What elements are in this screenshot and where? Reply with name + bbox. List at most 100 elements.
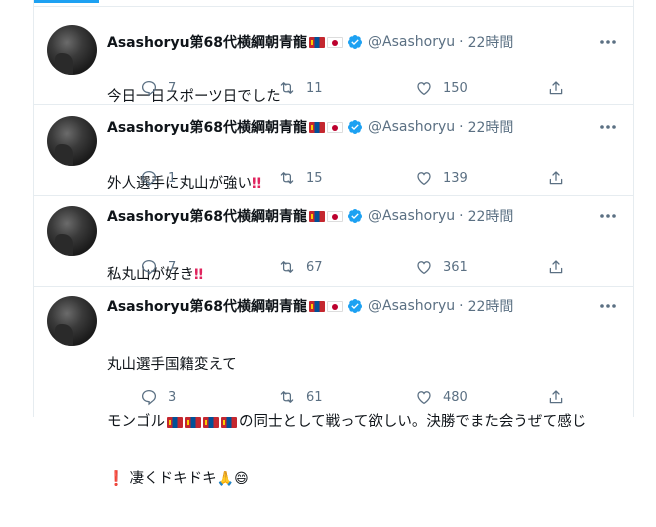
tweet-header: Asashoryu第68代横綱朝青龍 @Asashoryu · 22時間	[107, 206, 513, 226]
like-count: 361	[443, 259, 468, 275]
timestamp[interactable]: 22時間	[468, 117, 514, 137]
reply-count: 7	[168, 259, 177, 275]
like-count: 480	[443, 389, 468, 405]
heart-icon	[417, 391, 431, 405]
like-button[interactable]: 139	[415, 168, 468, 188]
tweet[interactable]: Asashoryu第68代横綱朝青龍 @Asashoryu · 22時間 外人選…	[34, 104, 633, 196]
avatar[interactable]	[47, 206, 97, 256]
tweet[interactable]: Asashoryu第68代横綱朝青龍 @Asashoryu · 22時間 今日一…	[34, 6, 633, 105]
tweet-header: Asashoryu第68代横綱朝青龍 @Asashoryu · 22時間	[107, 117, 513, 137]
avatar[interactable]	[47, 25, 97, 75]
heart-icon	[417, 261, 431, 275]
folded-hands-smile-emoji-icon: 🙏😄	[216, 471, 249, 487]
display-name[interactable]: Asashoryu第68代横綱朝青龍	[107, 206, 307, 226]
heart-icon	[417, 82, 431, 96]
tweet-text: 丸山選手国籍変えて モンゴル の同士として戦って欲しい。決勝でまた会うぜて感じ ❗…	[107, 318, 627, 527]
user-handle[interactable]: @Asashoryu	[368, 34, 455, 50]
retweet-button[interactable]: 67	[278, 257, 323, 277]
mongolia-flag-icon	[221, 416, 237, 428]
share-button[interactable]	[547, 387, 565, 407]
share-icon	[549, 81, 563, 95]
tweet-text-body: の同士として戦って欲しい。決勝でまた会うぜて感じ	[239, 414, 587, 430]
reply-button[interactable]: 7	[140, 78, 176, 98]
timeline: Asashoryu第68代横綱朝青龍 @Asashoryu · 22時間 今日一…	[33, 0, 634, 487]
retweet-count: 15	[306, 170, 323, 186]
reply-button[interactable]: 7	[140, 257, 176, 277]
avatar[interactable]	[47, 296, 97, 346]
japan-flag-icon	[327, 121, 344, 133]
reply-icon	[141, 389, 157, 406]
reply-icon	[141, 170, 157, 187]
tweet-text-body: 凄くドキドキ	[129, 471, 217, 487]
reply-button[interactable]: 3	[140, 387, 176, 407]
mongolia-flag-icon	[309, 300, 326, 312]
avatar[interactable]	[47, 116, 97, 166]
share-button[interactable]	[547, 257, 565, 277]
tweet-actions: 7 11 150	[107, 78, 627, 98]
retweet-count: 61	[306, 389, 323, 405]
reply-count: 1	[168, 170, 177, 186]
display-name[interactable]: Asashoryu第68代横綱朝青龍	[107, 32, 307, 52]
user-handle[interactable]: @Asashoryu	[368, 208, 455, 224]
more-options-icon[interactable]	[597, 206, 619, 226]
retweet-icon	[280, 172, 294, 184]
share-icon	[549, 171, 563, 185]
share-button[interactable]	[547, 78, 565, 98]
separator-dot: ·	[459, 298, 464, 314]
timestamp[interactable]: 22時間	[468, 32, 514, 52]
like-button[interactable]: 361	[415, 257, 468, 277]
like-button[interactable]: 480	[415, 387, 468, 407]
mongolia-flag-icon	[309, 210, 326, 222]
retweet-count: 67	[306, 259, 323, 275]
mongolia-flag-icon	[203, 416, 219, 428]
separator-dot: ·	[459, 119, 464, 135]
user-handle[interactable]: @Asashoryu	[368, 119, 455, 135]
retweet-icon	[280, 261, 294, 273]
verified-badge-icon	[348, 209, 363, 223]
verified-badge-icon	[348, 35, 363, 49]
reply-button[interactable]: 1	[140, 168, 176, 188]
timestamp[interactable]: 22時間	[468, 206, 514, 226]
share-icon	[549, 260, 563, 274]
mongolia-flag-icon	[167, 416, 183, 428]
like-button[interactable]: 150	[415, 78, 468, 98]
tweet-actions: 1 15 139	[107, 168, 627, 188]
tweet[interactable]: Asashoryu第68代横綱朝青龍 @Asashoryu · 22時間 丸山選…	[34, 286, 633, 487]
display-name[interactable]: Asashoryu第68代横綱朝青龍	[107, 117, 307, 137]
retweet-button[interactable]: 15	[278, 168, 323, 188]
japan-flag-icon	[327, 36, 344, 48]
separator-dot: ·	[459, 34, 464, 50]
active-tab-indicator	[34, 0, 99, 3]
japan-flag-icon	[327, 210, 344, 222]
tweet-actions: 3 61 480	[107, 387, 627, 407]
share-button[interactable]	[547, 168, 565, 188]
mongolia-flag-icon	[309, 36, 326, 48]
heart-icon	[417, 172, 431, 186]
reply-icon	[141, 80, 157, 97]
user-handle[interactable]: @Asashoryu	[368, 298, 455, 314]
mongolia-flag-icon	[309, 121, 326, 133]
retweet-button[interactable]: 61	[278, 387, 323, 407]
more-options-icon[interactable]	[597, 117, 619, 137]
reply-icon	[141, 259, 157, 276]
tweet-text-line: ❗ 凄くドキドキ🙏😄	[107, 470, 627, 489]
like-count: 150	[443, 80, 468, 96]
exclamation-icon: ❗	[107, 471, 126, 487]
tweet[interactable]: Asashoryu第68代横綱朝青龍 @Asashoryu · 22時間 私丸山…	[34, 195, 633, 287]
share-icon	[549, 390, 563, 404]
more-options-icon[interactable]	[597, 296, 619, 316]
tweet-text-line: モンゴル の同士として戦って欲しい。決勝でまた会うぜて感じ	[107, 413, 627, 432]
more-options-icon[interactable]	[597, 32, 619, 52]
tweet-text-line: 丸山選手国籍変えて	[107, 357, 237, 373]
reply-count: 7	[168, 80, 177, 96]
separator-dot: ·	[459, 208, 464, 224]
retweet-icon	[280, 82, 294, 94]
verified-badge-icon	[348, 120, 363, 134]
retweet-count: 11	[306, 80, 323, 96]
timestamp[interactable]: 22時間	[468, 296, 514, 316]
display-name[interactable]: Asashoryu第68代横綱朝青龍	[107, 296, 307, 316]
reply-count: 3	[168, 389, 177, 405]
tweet-header: Asashoryu第68代横綱朝青龍 @Asashoryu · 22時間	[107, 32, 513, 52]
tweet-actions: 7 67 361	[107, 257, 627, 277]
retweet-button[interactable]: 11	[278, 78, 323, 98]
